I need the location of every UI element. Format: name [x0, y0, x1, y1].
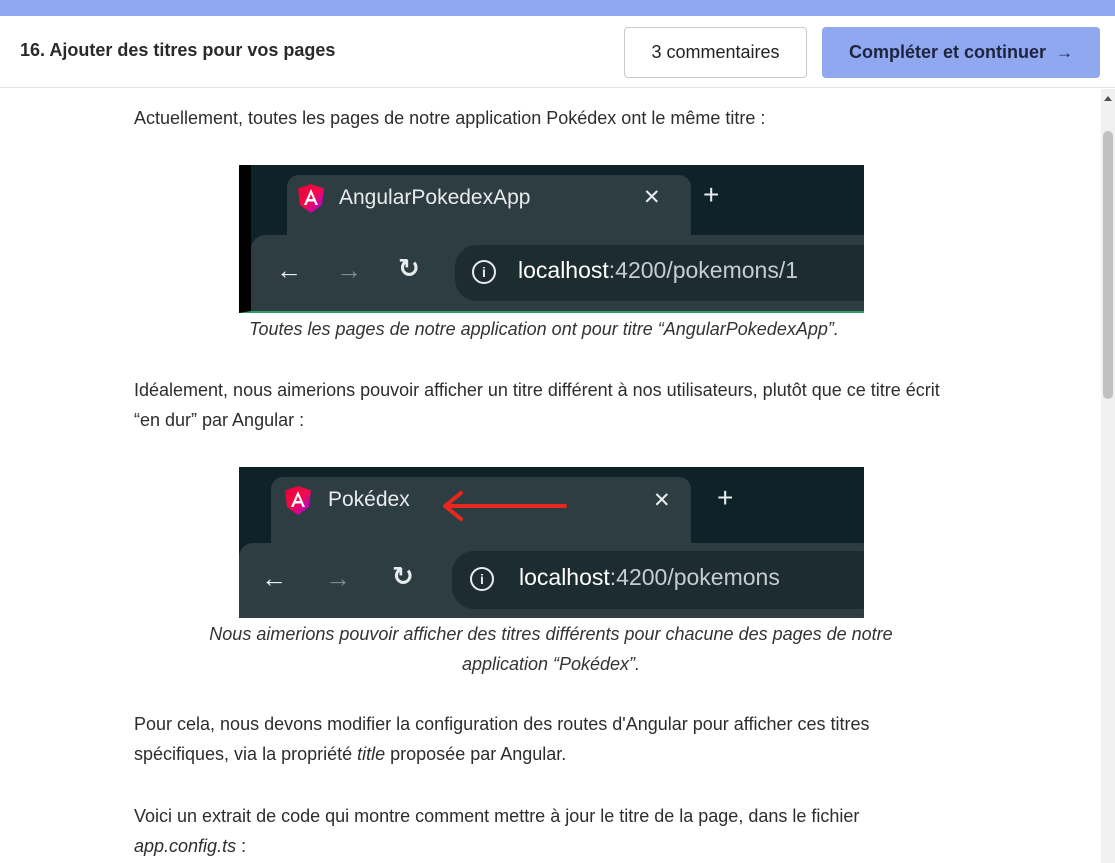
paragraph-ideal: Idéalement, nous aimerions pouvoir affic…: [134, 380, 940, 430]
forward-arrow-icon: →: [325, 563, 351, 593]
plus-icon: +: [717, 482, 734, 513]
top-progress-strip: [0, 0, 1115, 16]
url-text: localhost:4200/pokemons: [519, 564, 780, 591]
lesson-title: 16. Ajouter des titres pour vos pages: [20, 40, 336, 60]
paragraph-routes-emphasis: title: [357, 744, 386, 764]
angular-logo-icon: [285, 486, 311, 515]
url-text: localhost:4200/pokemons/1: [518, 257, 798, 284]
browser-screenshot-2: Pokédex ✕ + ← → ↻ i localhost:4200/pokem…: [239, 467, 864, 618]
url-host: localhost: [518, 257, 609, 283]
scroll-up-icon[interactable]: [1101, 93, 1115, 105]
paragraph-intro: Actuellement, toutes les pages de notre …: [134, 108, 766, 128]
tab-title: AngularPokedexApp: [339, 186, 531, 209]
angular-logo-icon: [298, 184, 324, 213]
complete-label: Compléter et continuer: [848, 42, 1047, 62]
close-icon: ✕: [653, 489, 671, 512]
lesson-header: 16. Ajouter des titres pour vos pages 3 …: [0, 16, 1115, 88]
info-icon: i: [470, 567, 494, 591]
browser-screenshot-1: AngularPokedexApp ✕ + ← → ↻ i localhost:…: [239, 165, 864, 313]
caption-1: Toutes les pages de notre application on…: [249, 319, 839, 339]
plus-icon: +: [703, 179, 720, 210]
comments-button[interactable]: 3 commentaires: [624, 27, 807, 78]
paragraph-routes-end: proposée par Angular.: [385, 744, 567, 764]
back-arrow-icon: ←: [261, 563, 287, 593]
info-icon: i: [472, 260, 496, 284]
complete-and-continue-button[interactable]: Compléter et continuer →: [822, 27, 1100, 78]
paragraph-code-intro-end: :: [236, 836, 247, 856]
arrow-right-icon: →: [1056, 42, 1074, 62]
vertical-scrollbar[interactable]: [1101, 89, 1115, 863]
back-arrow-icon: ←: [276, 255, 302, 285]
paragraph-routes: Pour cela, nous devons modifier la confi…: [134, 709, 954, 769]
paragraph-code-intro-text: Voici un extrait de code qui montre comm…: [134, 806, 860, 826]
reload-icon: ↻: [392, 561, 414, 591]
paragraph-code-intro: Voici un extrait de code qui montre comm…: [134, 801, 954, 861]
url-path: :4200/pokemons/1: [608, 257, 799, 283]
tab-title: Pokédex: [328, 488, 410, 511]
url-path: :4200/pokemons: [609, 564, 780, 590]
red-arrow-annotation: [443, 491, 567, 521]
url-host: localhost: [519, 564, 610, 590]
reload-icon: ↻: [398, 253, 420, 283]
caption-2: Nous aimerions pouvoir afficher des titr…: [209, 624, 893, 674]
comments-label: 3 commentaires: [651, 42, 780, 62]
forward-arrow-icon: →: [336, 255, 362, 285]
filename-emphasis: app.config.ts: [134, 836, 237, 856]
close-icon: ✕: [643, 186, 661, 209]
scrollbar-thumb[interactable]: [1103, 131, 1113, 399]
